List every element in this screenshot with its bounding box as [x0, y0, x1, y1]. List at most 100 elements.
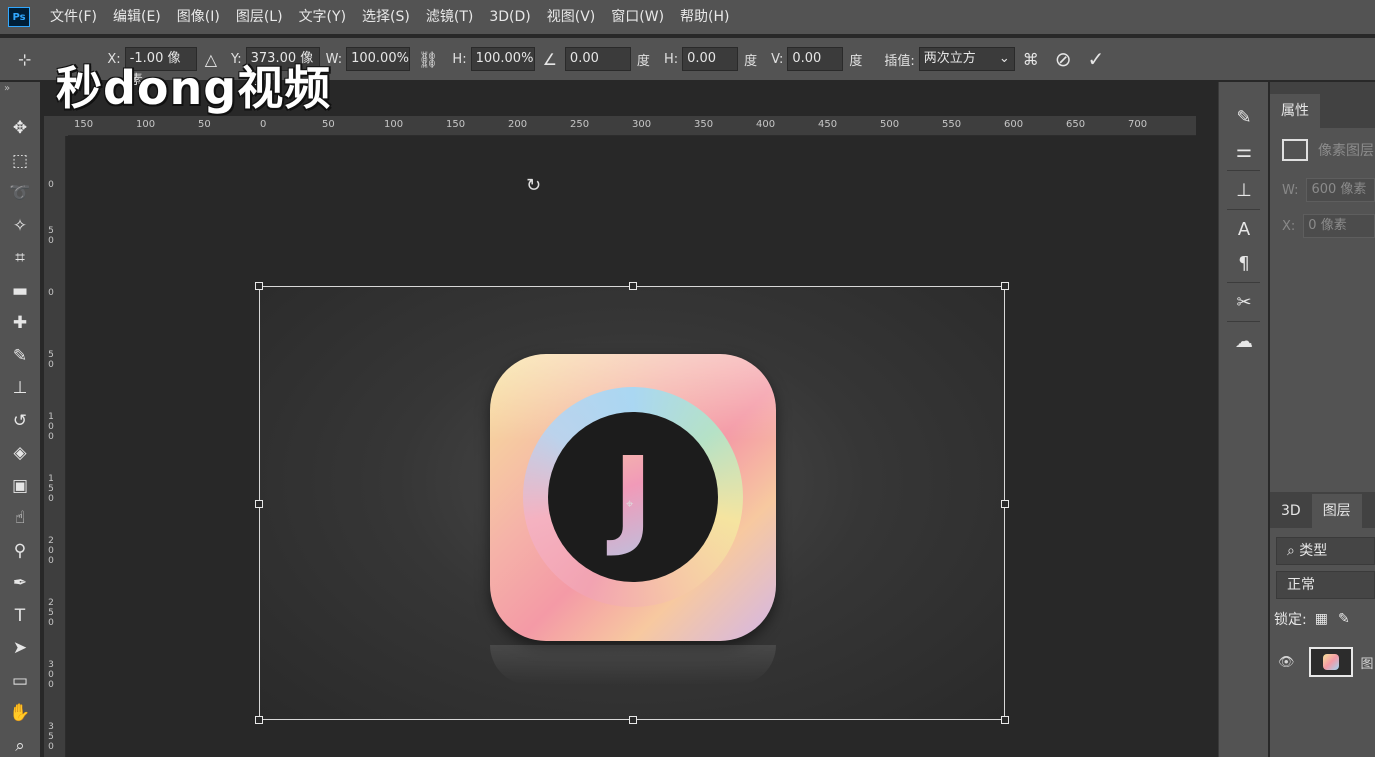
checkmark-icon[interactable]: ✓ — [1088, 47, 1105, 71]
paragraph-icon[interactable]: ¶ — [1219, 246, 1269, 280]
transform-handle-top-left[interactable] — [255, 282, 263, 290]
warp-mode-icon[interactable]: ⌘ — [1023, 50, 1039, 69]
toolbar-collapse-icon[interactable]: » — [0, 82, 40, 112]
menu-type[interactable]: 文字(Y) — [291, 0, 354, 34]
horizontal-ruler: 150 100 50 0 50 100 150 200 250 300 350 … — [68, 116, 1196, 136]
angle-icon: ∠ — [542, 49, 557, 69]
width-field[interactable]: 600 像素 — [1306, 178, 1375, 202]
link-icon[interactable]: ⛓ — [418, 50, 438, 69]
layer-filter-select[interactable]: ⌕ 类型 — [1276, 537, 1375, 565]
smudge-tool-icon[interactable]: ☝ — [0, 502, 40, 535]
menu-edit[interactable]: 编辑(E) — [105, 0, 169, 34]
ruler-label: 5 0 — [48, 226, 54, 246]
ruler-label: 0 — [48, 288, 54, 298]
libraries-icon[interactable]: ☁ — [1219, 324, 1269, 358]
transform-handle-bottom-left[interactable] — [255, 716, 263, 724]
menu-help[interactable]: 帮助(H) — [672, 0, 737, 34]
move-tool-icon[interactable]: ✥ — [0, 112, 40, 145]
hskew-label: H: — [663, 51, 679, 67]
ruler-label: 450 — [818, 119, 838, 130]
x-field[interactable]: 0 像素 — [1303, 214, 1375, 238]
gradient-tool-icon[interactable]: ▣ — [0, 470, 40, 503]
history-brush-tool-icon[interactable]: ↺ — [0, 405, 40, 438]
blend-mode-row: 正常 — [1270, 568, 1375, 602]
interpolation-select[interactable]: 两次立方 ⌄ — [918, 47, 1015, 71]
rectangle-tool-icon[interactable]: ▭ — [0, 665, 40, 698]
width-label: W: — [1282, 182, 1299, 198]
divider — [1227, 170, 1260, 171]
document-canvas[interactable]: J ⌖ — [255, 282, 1009, 724]
lock-row: 锁定: ▦ ✎ — [1270, 602, 1375, 636]
ruler-label: 350 — [694, 119, 714, 130]
transform-handle-left[interactable] — [255, 500, 263, 508]
rotate-angle-field[interactable]: 0.00 — [564, 47, 631, 71]
ruler-label: 150 — [446, 119, 466, 130]
lock-transparent-icon[interactable]: ▦ — [1315, 611, 1328, 627]
h-label: H: — [452, 51, 467, 67]
menu-window[interactable]: 窗口(W) — [603, 0, 672, 34]
properties-tabbar: 属性 — [1270, 82, 1375, 128]
chevron-down-icon: ⌄ — [998, 51, 1010, 66]
transform-handle-bottom[interactable] — [629, 716, 637, 724]
image-icon — [1282, 139, 1308, 161]
transform-handle-top[interactable] — [629, 282, 637, 290]
reference-point-icon[interactable]: ⊹ — [18, 50, 31, 69]
menu-layer[interactable]: 图层(L) — [228, 0, 291, 34]
marquee-tool-icon[interactable]: ⬚ — [0, 145, 40, 178]
horizontal-skew-field[interactable]: 0.00 — [682, 47, 739, 71]
transform-handle-bottom-right[interactable] — [1001, 716, 1009, 724]
width-percent-field[interactable]: 100.00% — [346, 47, 411, 71]
hand-tool-icon[interactable]: ✋ — [0, 697, 40, 730]
transform-handle-right[interactable] — [1001, 500, 1009, 508]
layer-row[interactable]: 👁 图 — [1270, 640, 1375, 684]
visibility-eye-icon[interactable]: 👁 — [1278, 655, 1295, 670]
tools-panel: » ✥ ⬚ ➰ ✧ ⌗ ▬ ✚ ✎ ⊥ ↺ ◈ ▣ ☝ ⚲ ✒ T ➤ ▭ ✋ … — [0, 82, 40, 757]
layer-filter-label: 类型 — [1299, 543, 1328, 559]
panel-dock: ✎ ⚌ ⊥ A ¶ ✂ ☁ — [1218, 82, 1268, 757]
type-tool-icon[interactable]: T — [0, 600, 40, 633]
tab-3d[interactable]: 3D — [1270, 494, 1312, 528]
ruler-label: 3 0 0 — [48, 660, 54, 690]
interpolation-label: 插值: — [884, 53, 915, 69]
ruler-label: 550 — [942, 119, 962, 130]
ruler-label: 1 5 0 — [48, 474, 54, 504]
transform-center-icon[interactable]: ⌖ — [626, 497, 633, 512]
menu-view[interactable]: 视图(V) — [539, 0, 604, 34]
transform-handle-top-right[interactable] — [1001, 282, 1009, 290]
menu-select[interactable]: 选择(S) — [354, 0, 418, 34]
menu-image[interactable]: 图像(I) — [169, 0, 228, 34]
lock-paint-icon[interactable]: ✎ — [1338, 611, 1350, 627]
ruler-label: 250 — [570, 119, 590, 130]
height-percent-field[interactable]: 100.00% — [470, 47, 535, 71]
blend-mode-select[interactable]: 正常 — [1276, 571, 1375, 599]
magic-wand-tool-icon[interactable]: ✧ — [0, 210, 40, 243]
clone-stamp-tool-icon[interactable]: ⊥ — [0, 372, 40, 405]
properties-layer-type: 像素图层 — [1270, 128, 1375, 172]
character-icon[interactable]: A — [1219, 212, 1269, 246]
property-width-row: W: 600 像素 — [1270, 172, 1375, 208]
adjustments-icon[interactable]: ⚌ — [1219, 134, 1269, 168]
tools-icon[interactable]: ✂ — [1219, 285, 1269, 319]
canvas-workspace[interactable]: ↻ J ⌖ — [66, 137, 1196, 757]
ruler-label: 100 — [384, 119, 404, 130]
cancel-icon[interactable]: ⊘ — [1055, 47, 1072, 71]
icon-reflection — [490, 645, 776, 685]
menu-file[interactable]: 文件(F) — [42, 0, 105, 34]
vertical-skew-field[interactable]: 0.00 — [787, 47, 844, 71]
lasso-tool-icon[interactable]: ➰ — [0, 177, 40, 210]
crop-tool-icon[interactable]: ⌗ — [0, 242, 40, 275]
menu-3d[interactable]: 3D(D) — [481, 0, 538, 34]
brush-settings-icon[interactable]: ✎ — [1219, 100, 1269, 134]
path-selection-tool-icon[interactable]: ➤ — [0, 632, 40, 665]
clone-source-icon[interactable]: ⊥ — [1219, 173, 1269, 207]
eraser-tool-icon[interactable]: ◈ — [0, 437, 40, 470]
pen-tool-icon[interactable]: ✒ — [0, 567, 40, 600]
ruler-tool-icon[interactable]: ▬ — [0, 275, 40, 308]
dodge-tool-icon[interactable]: ⚲ — [0, 535, 40, 568]
healing-brush-tool-icon[interactable]: ✚ — [0, 307, 40, 340]
brush-tool-icon[interactable]: ✎ — [0, 340, 40, 373]
menu-filter[interactable]: 滤镜(T) — [418, 0, 481, 34]
tab-layers[interactable]: 图层 — [1311, 494, 1362, 528]
tab-properties[interactable]: 属性 — [1270, 94, 1320, 128]
zoom-tool-icon[interactable]: ⌕ — [0, 730, 40, 757]
